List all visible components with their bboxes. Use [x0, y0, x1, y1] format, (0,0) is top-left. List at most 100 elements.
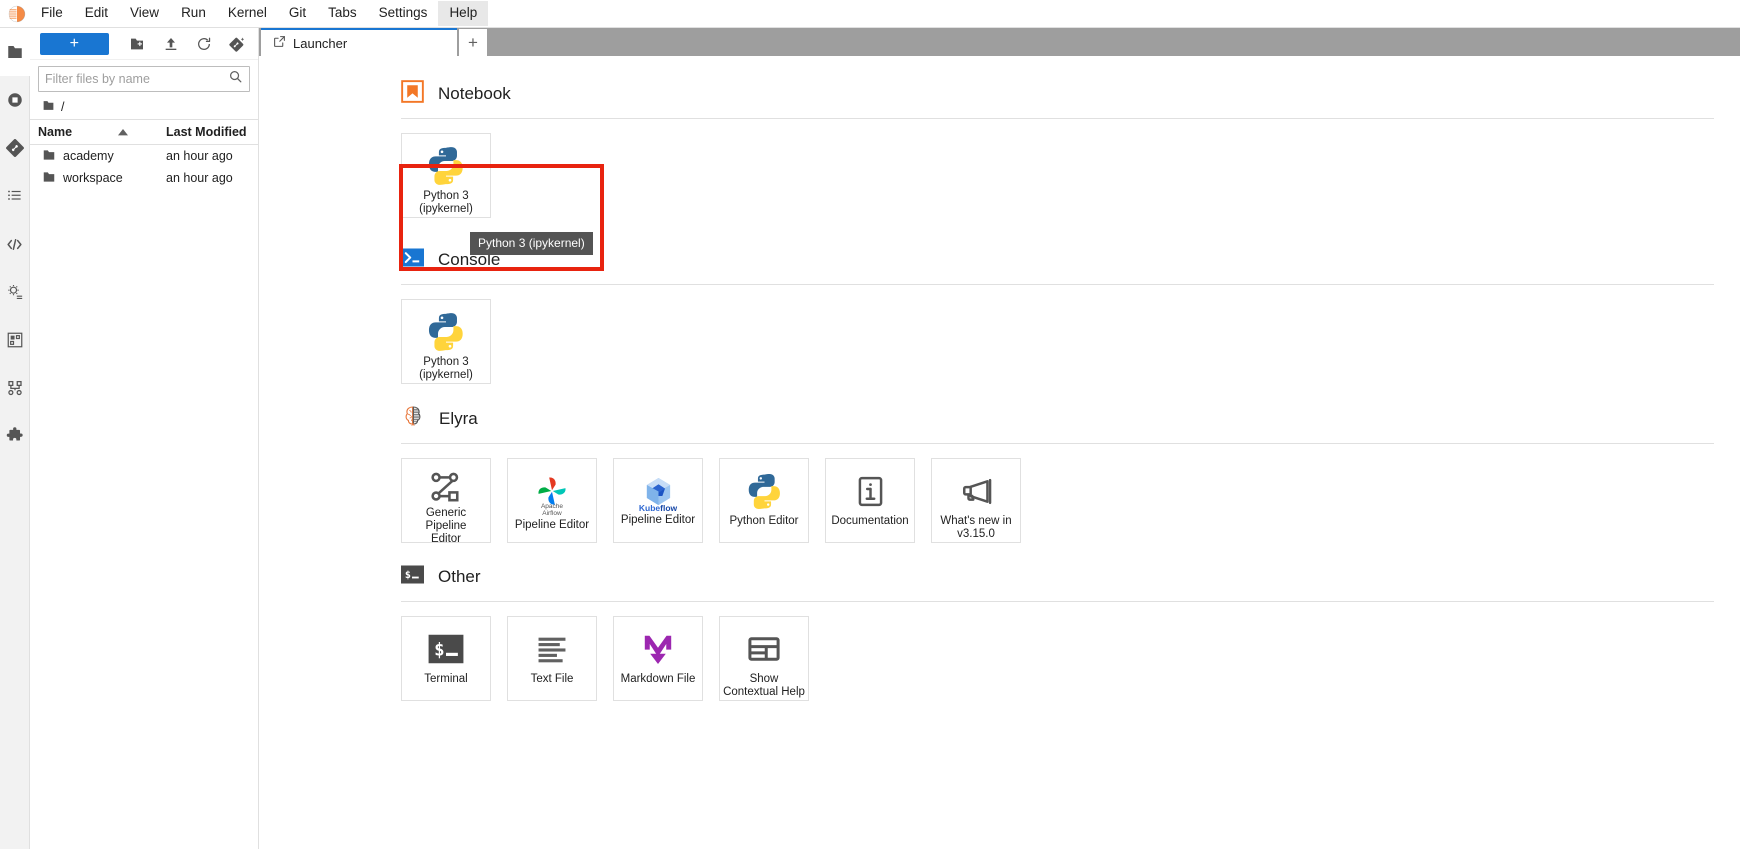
launcher-section-console: Console Python 3 (ipykernel)	[401, 246, 1714, 394]
column-header-last-modified[interactable]: Last Modified	[166, 120, 258, 144]
documentation-card-label: Documentation	[831, 515, 909, 527]
file-row-modified: an hour ago	[166, 171, 233, 185]
extension-manager-icon[interactable]	[0, 316, 30, 364]
svg-text:$: $	[434, 640, 444, 660]
file-row-name[interactable]: academy	[30, 148, 166, 165]
menu-item-file[interactable]: File	[30, 1, 74, 26]
python-editor-card[interactable]: Python Editor	[719, 458, 809, 543]
file-row-name[interactable]: workspace	[30, 170, 166, 187]
file-browser-panel: + Filter files by name / Name Last Modif…	[30, 28, 259, 849]
menu-item-view[interactable]: View	[119, 1, 170, 26]
notebook-python3-card[interactable]: Python 3 (ipykernel)	[401, 133, 491, 218]
text-file-card-label: Text File	[530, 673, 574, 685]
terminal-icon: $	[401, 563, 424, 591]
section-title-elyra: Elyra	[439, 408, 478, 428]
git-icon[interactable]	[0, 124, 30, 172]
tab-launcher-label: Launcher	[293, 35, 348, 51]
new-launcher-button[interactable]: +	[40, 32, 109, 55]
add-tab-button[interactable]: +	[459, 29, 487, 56]
whats-new-card[interactable]: What's new in v3.15.0	[931, 458, 1021, 543]
search-icon[interactable]	[228, 69, 243, 89]
section-header-other: $ Other	[401, 563, 1714, 601]
file-row-name-label: workspace	[63, 171, 123, 185]
section-title-other: Other	[438, 567, 481, 586]
table-row[interactable]: workspace an hour ago	[30, 167, 258, 189]
markdown-file-card-label: Markdown File	[620, 673, 696, 685]
terminal-card[interactable]: $ Terminal	[401, 616, 491, 701]
section-divider	[401, 118, 1714, 119]
terminal-card-label: Terminal	[424, 673, 468, 685]
python-logo-icon	[426, 310, 466, 354]
file-browser-icon[interactable]	[0, 28, 30, 76]
python-logo-icon	[426, 144, 466, 188]
tab-launcher[interactable]: Launcher	[261, 28, 457, 56]
menu-item-git[interactable]: Git	[278, 1, 317, 26]
kubeflow-pipeline-editor-card[interactable]: Kubeflow Pipeline Editor	[613, 458, 703, 543]
airflow-pipeline-editor-card[interactable]: Apache Airflow Pipeline Editor	[507, 458, 597, 543]
new-folder-icon[interactable]	[121, 32, 154, 56]
terminal-icon: $	[427, 627, 465, 671]
file-browser-toolbar: +	[30, 28, 258, 60]
file-row-name-label: academy	[63, 149, 114, 163]
markdown-icon	[640, 627, 676, 671]
menu-item-edit[interactable]: Edit	[74, 1, 119, 26]
notebook-python3-card-label: Python 3 (ipykernel)	[419, 190, 473, 216]
elyra-brain-icon	[401, 404, 425, 433]
pipeline-runtimes-icon[interactable]	[0, 364, 30, 412]
breadcrumb[interactable]: /	[30, 96, 258, 119]
section-header-elyra: Elyra	[401, 404, 1714, 443]
kubeflow-pipeline-editor-card-label: Pipeline Editor	[620, 514, 696, 526]
launcher-section-notebook: Notebook Python 3 (ipykernel)	[401, 80, 1714, 236]
menu-item-help[interactable]: Help	[438, 1, 489, 26]
table-row[interactable]: academy an hour ago	[30, 145, 258, 167]
tab-bar: Launcher +	[259, 28, 1740, 56]
file-filter-box[interactable]	[38, 66, 250, 92]
other-card-list: $ Terminal Text File Markdown File Show …	[401, 616, 1714, 711]
jupyterlab-window: File Edit View Run Kernel Git Tabs Setti…	[0, 0, 1740, 849]
apache-airflow-sublabel: Apache Airflow	[540, 503, 564, 517]
menu-item-run[interactable]: Run	[170, 1, 217, 26]
markdown-file-card[interactable]: Markdown File	[613, 616, 703, 701]
text-file-card[interactable]: Text File	[507, 616, 597, 701]
menu-item-kernel[interactable]: Kernel	[217, 1, 278, 26]
section-divider	[401, 284, 1714, 285]
airflow-pipeline-editor-card-label: Pipeline Editor	[514, 518, 590, 531]
section-header-notebook: Notebook	[401, 80, 1714, 118]
sort-ascending-icon	[118, 125, 129, 139]
whats-new-card-label: What's new in v3.15.0	[940, 515, 1012, 541]
property-inspector-icon[interactable]	[0, 268, 30, 316]
section-divider	[401, 443, 1714, 444]
tooltip: Python 3 (ipykernel)	[470, 232, 593, 256]
running-terminals-and-kernels-icon[interactable]	[0, 76, 30, 124]
column-header-name[interactable]: Name	[30, 120, 166, 144]
folder-icon	[42, 170, 56, 187]
section-header-console: Console	[401, 246, 1714, 284]
menu-bar: File Edit View Run Kernel Git Tabs Setti…	[0, 0, 1740, 28]
upload-icon[interactable]	[154, 32, 187, 56]
generic-pipeline-icon	[428, 469, 464, 505]
column-header-name-label: Name	[38, 125, 73, 139]
refresh-icon[interactable]	[187, 32, 220, 56]
contextual-help-card[interactable]: Show Contextual Help	[719, 616, 809, 701]
launcher-section-other: $ Other $ Terminal Text File Markdown Fi…	[401, 563, 1714, 711]
text-file-icon	[535, 627, 569, 671]
git-clone-icon[interactable]	[221, 32, 254, 56]
contextual-help-card-label: Show Contextual Help	[723, 673, 805, 699]
table-of-contents-icon[interactable]	[0, 172, 30, 220]
menu-item-settings[interactable]: Settings	[368, 1, 439, 26]
console-python3-card[interactable]: Python 3 (ipykernel)	[401, 299, 491, 384]
search-input[interactable]	[45, 72, 228, 86]
megaphone-icon	[959, 469, 994, 513]
breadcrumb-path: /	[61, 100, 65, 114]
code-snippets-icon[interactable]	[0, 220, 30, 268]
file-row-modified: an hour ago	[166, 149, 233, 163]
elyra-card-list: Generic Pipeline Editor Apache Airflow P…	[401, 458, 1714, 553]
generic-pipeline-editor-card[interactable]: Generic Pipeline Editor	[401, 458, 491, 545]
menu-item-tabs[interactable]: Tabs	[317, 1, 368, 26]
page-title: Notebook	[438, 84, 511, 103]
documentation-card[interactable]: Documentation	[825, 458, 915, 543]
workspace-body: + Filter files by name / Name Last Modif…	[0, 28, 1740, 849]
extensions-puzzle-icon[interactable]	[0, 412, 30, 460]
contextual-help-icon	[746, 627, 782, 671]
python-logo-icon	[746, 469, 783, 513]
